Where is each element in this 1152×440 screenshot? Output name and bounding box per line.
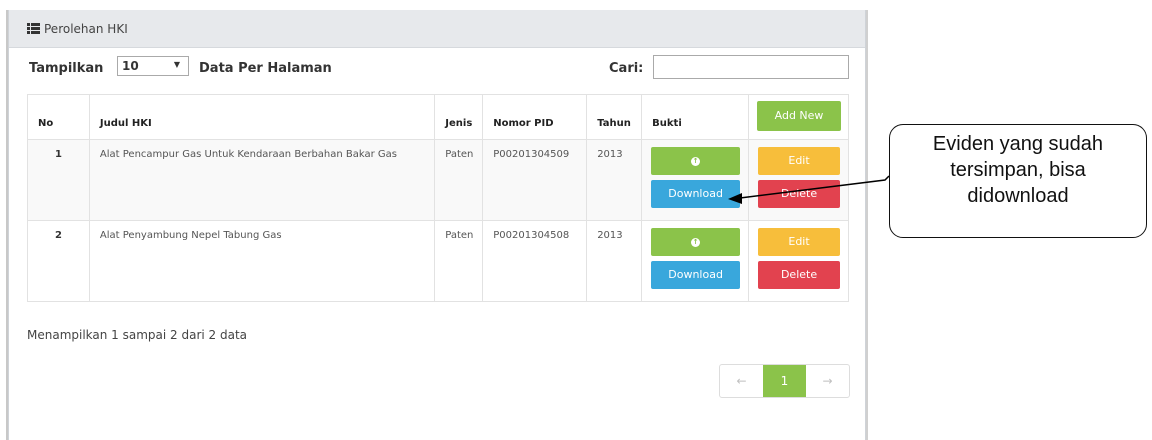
panel-header: Perolehan HKI bbox=[9, 10, 865, 48]
col-bukti[interactable]: Bukti bbox=[641, 94, 750, 140]
hki-table: No Judul HKI Jenis Nomor PID Tahun Bukti… bbox=[27, 94, 849, 302]
col-jenis[interactable]: Jenis bbox=[434, 94, 484, 140]
annotation-callout: Eviden yang sudah tersimpan, bisa didown… bbox=[889, 124, 1147, 238]
row-bukti: ↑ Download bbox=[641, 139, 750, 221]
delete-button[interactable]: Delete bbox=[758, 180, 840, 208]
row-tahun: 2013 bbox=[586, 220, 643, 302]
row-actions: Edit Delete bbox=[748, 220, 849, 302]
col-nomor[interactable]: Nomor PID bbox=[482, 94, 588, 140]
callout-line-2: tersimpan, bisa bbox=[950, 159, 1086, 181]
table-controls: Tampilkan 10 ▼ Data Per Halaman Cari: bbox=[29, 55, 849, 83]
row-jenis: Paten bbox=[434, 220, 484, 302]
row-no: 1 bbox=[27, 139, 90, 221]
show-label: Tampilkan bbox=[29, 61, 104, 76]
row-tahun: 2013 bbox=[586, 139, 643, 221]
upload-button[interactable]: ↑ bbox=[651, 147, 741, 175]
row-nomor: P00201304508 bbox=[482, 220, 588, 302]
upload-icon: ↑ bbox=[691, 156, 701, 166]
row-nomor: P00201304509 bbox=[482, 139, 588, 221]
row-jenis: Paten bbox=[434, 139, 484, 221]
list-icon bbox=[27, 23, 40, 34]
callout-line-3: didownload bbox=[967, 185, 1069, 207]
row-actions: Edit Delete bbox=[748, 139, 849, 221]
row-bukti: ↑ Download bbox=[641, 220, 750, 302]
col-tahun[interactable]: Tahun bbox=[586, 94, 643, 140]
edit-button[interactable]: Edit bbox=[758, 228, 840, 256]
col-judul[interactable]: Judul HKI bbox=[88, 94, 436, 140]
upload-icon: ↑ bbox=[691, 237, 701, 247]
table-row: 2 Alat Penyambung Nepel Tabung Gas Paten… bbox=[27, 220, 849, 302]
page-size-select[interactable]: 10 ▼ bbox=[117, 56, 189, 76]
delete-button[interactable]: Delete bbox=[758, 261, 840, 289]
next-page-button[interactable]: → bbox=[806, 365, 849, 397]
col-no[interactable]: No bbox=[27, 94, 90, 140]
pagination: ← 1 → bbox=[719, 364, 850, 398]
row-judul: Alat Pencampur Gas Untuk Kendaraan Berba… bbox=[88, 139, 436, 221]
per-page-label: Data Per Halaman bbox=[199, 61, 332, 76]
panel-title: Perolehan HKI bbox=[44, 21, 128, 36]
add-new-button[interactable]: Add New bbox=[757, 101, 841, 131]
table-summary: Menampilkan 1 sampai 2 dari 2 data bbox=[27, 328, 248, 342]
row-judul: Alat Penyambung Nepel Tabung Gas bbox=[88, 220, 436, 302]
search-input[interactable] bbox=[653, 55, 849, 79]
page-size-value: 10 bbox=[122, 59, 139, 73]
col-actions: Add New bbox=[748, 94, 849, 140]
download-button[interactable]: Download bbox=[651, 261, 741, 289]
prev-page-button[interactable]: ← bbox=[720, 365, 763, 397]
download-button[interactable]: Download bbox=[651, 180, 741, 208]
row-no: 2 bbox=[27, 220, 90, 302]
table-header-row: No Judul HKI Jenis Nomor PID Tahun Bukti… bbox=[27, 94, 849, 140]
search-label: Cari: bbox=[609, 61, 644, 76]
table-row: 1 Alat Pencampur Gas Untuk Kendaraan Ber… bbox=[27, 139, 849, 221]
page-1-button[interactable]: 1 bbox=[763, 365, 806, 397]
edit-button[interactable]: Edit bbox=[758, 147, 840, 175]
callout-line-1: Eviden yang sudah bbox=[932, 133, 1104, 155]
chevron-down-icon: ▼ bbox=[173, 60, 180, 69]
upload-button[interactable]: ↑ bbox=[651, 228, 741, 256]
